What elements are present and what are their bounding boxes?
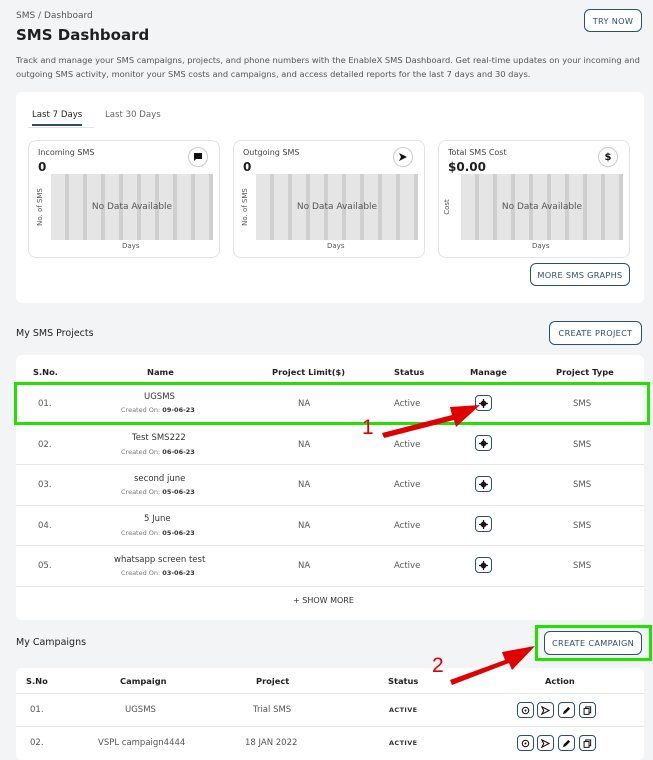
annotation-arrow-1 [382,405,480,438]
annotation-arrow-2 [450,646,535,685]
annotation-arrows [382,405,535,685]
